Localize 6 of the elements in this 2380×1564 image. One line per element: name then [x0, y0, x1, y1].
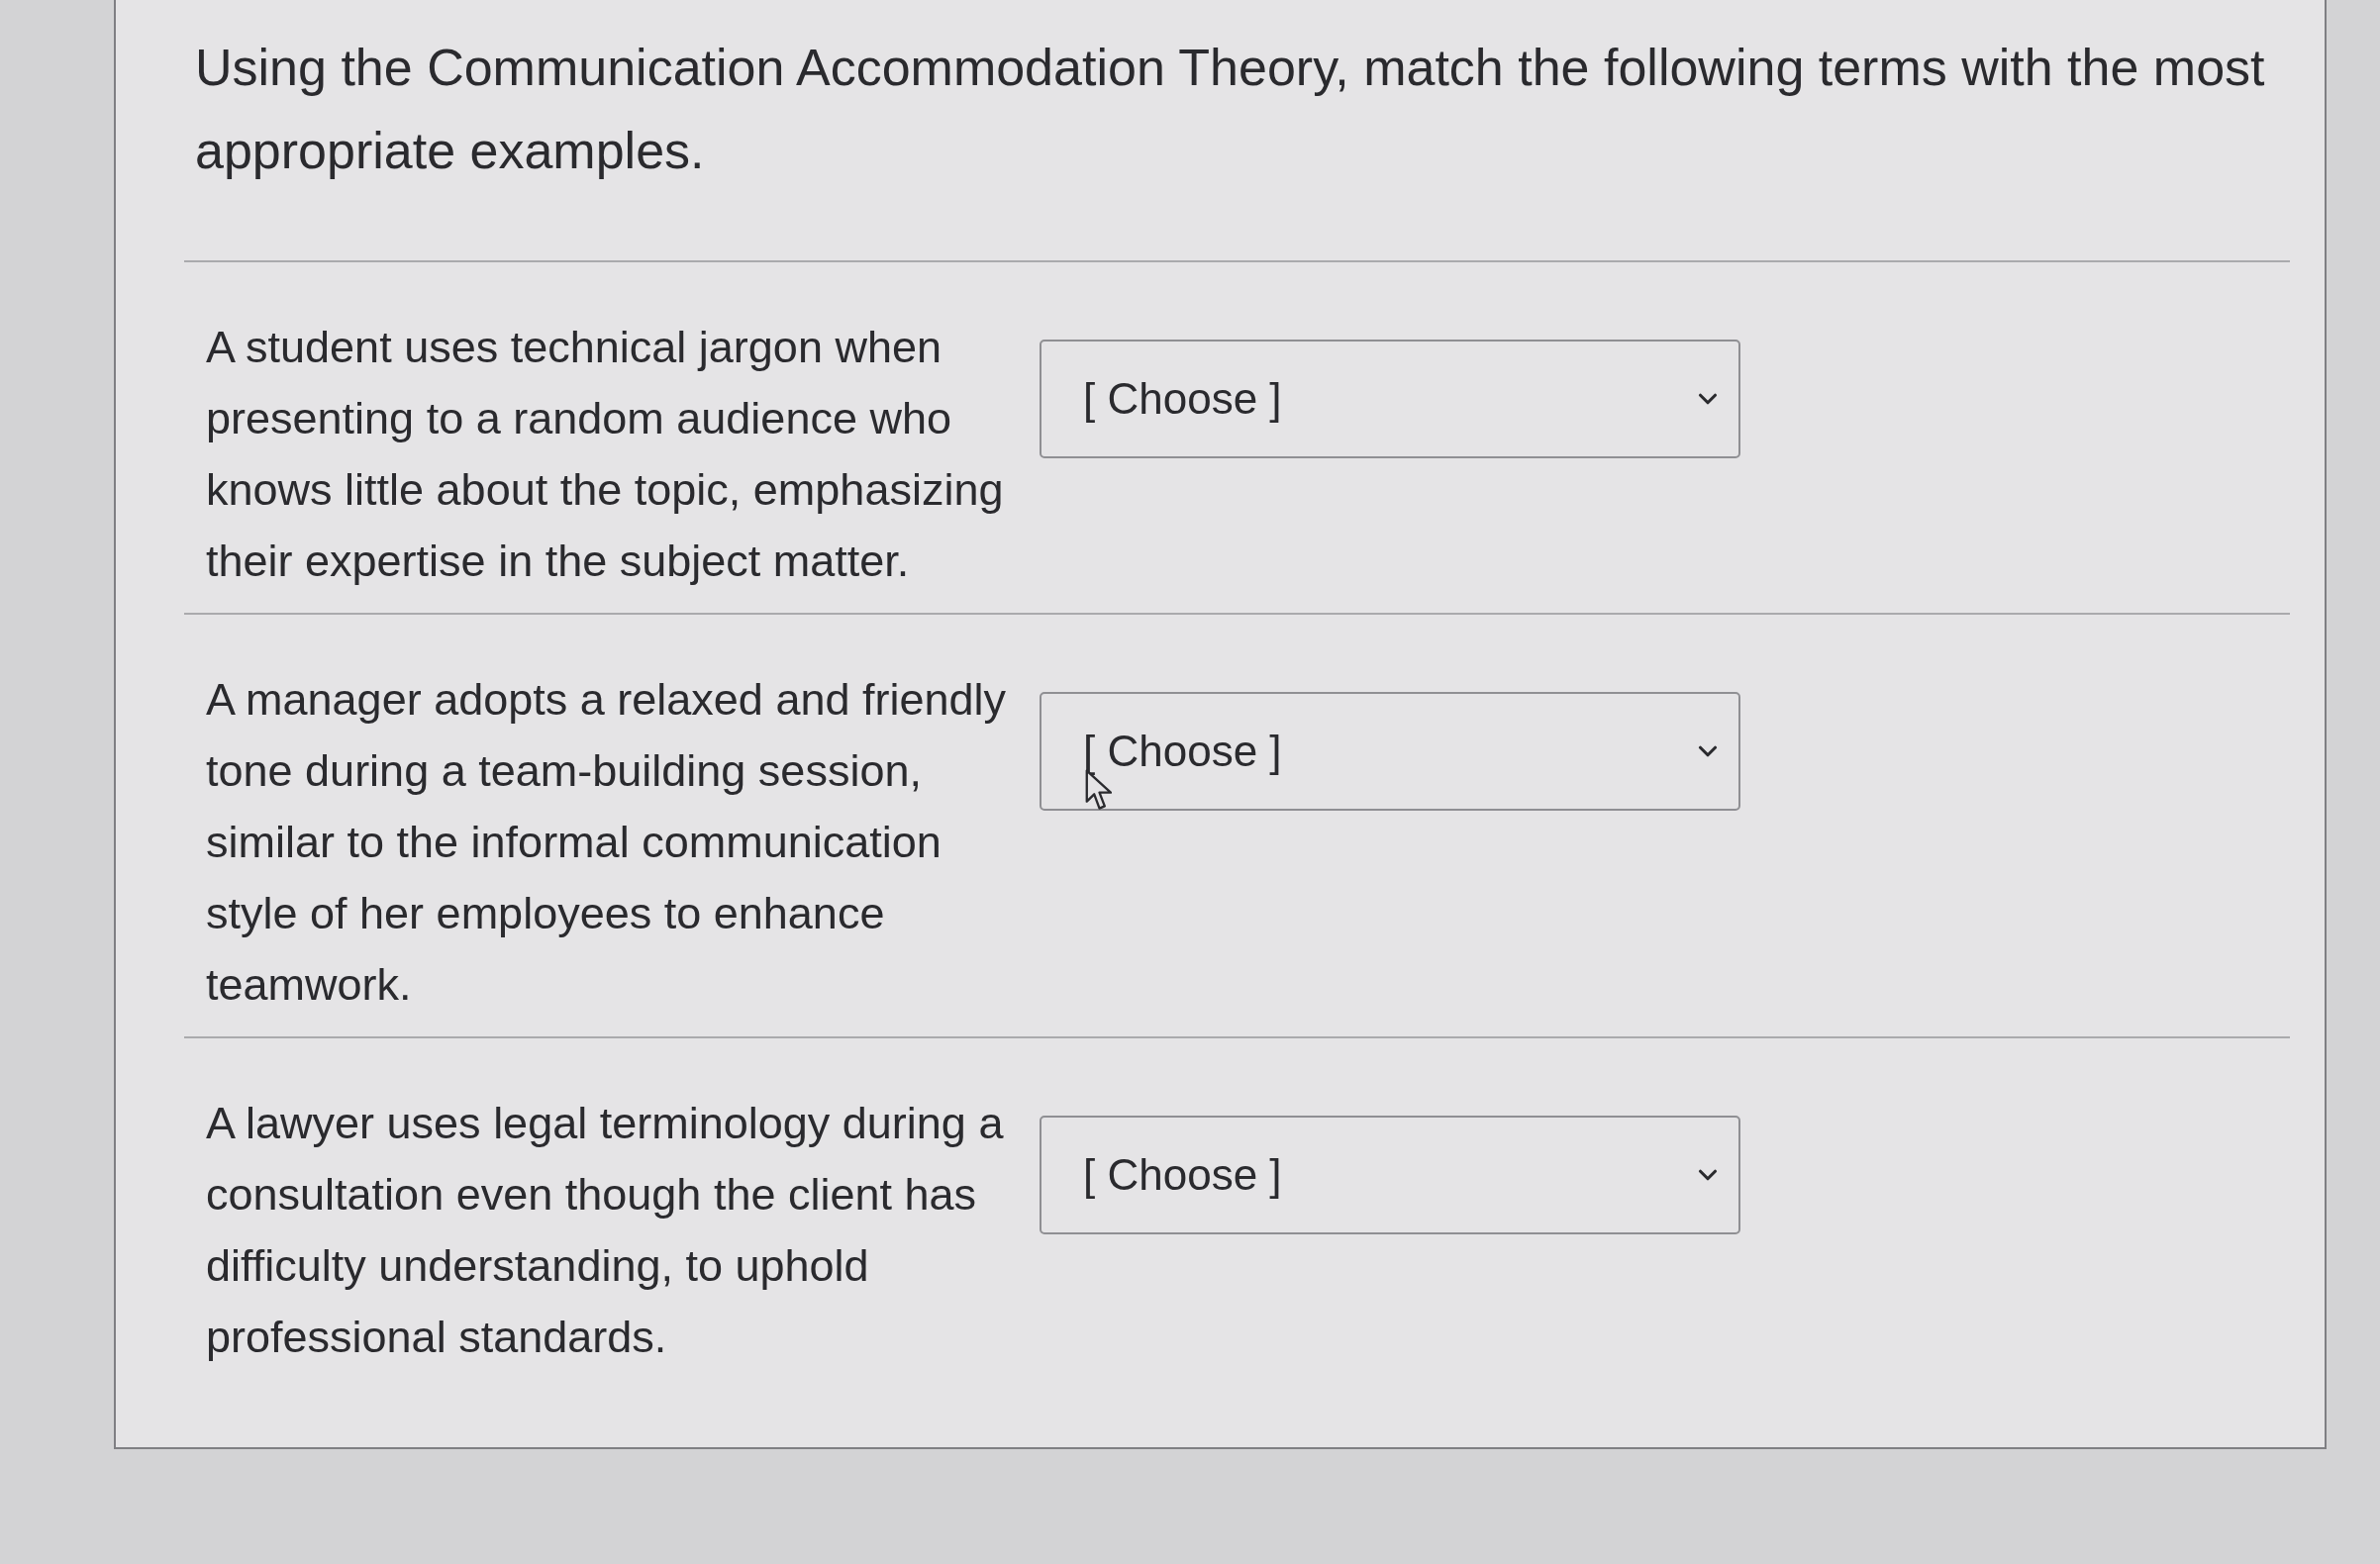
example-text: A student uses technical jargon when presenting to a random audience who knows little about the topic, emphasizing their expertise in the subject matter. — [206, 321, 1005, 588]
example-text: A lawyer uses legal terminology during a consultation even though the client has difficulty understanding, to uphold professional standards. — [206, 1097, 1005, 1364]
answer-dropdown[interactable]: [ Choose ] — [1040, 1116, 1740, 1234]
question-prompt: Using the Communication Accommodation Theory, match the following terms with the most appropriate examples. — [184, 26, 2290, 262]
example-text: A manager adopts a relaxed and friendly tone during a team-building session, similar to the informal communication style of her employees to enhance teamwork. — [206, 673, 1008, 1012]
answer-dropdown[interactable]: [ Choose ] — [1040, 340, 1740, 458]
